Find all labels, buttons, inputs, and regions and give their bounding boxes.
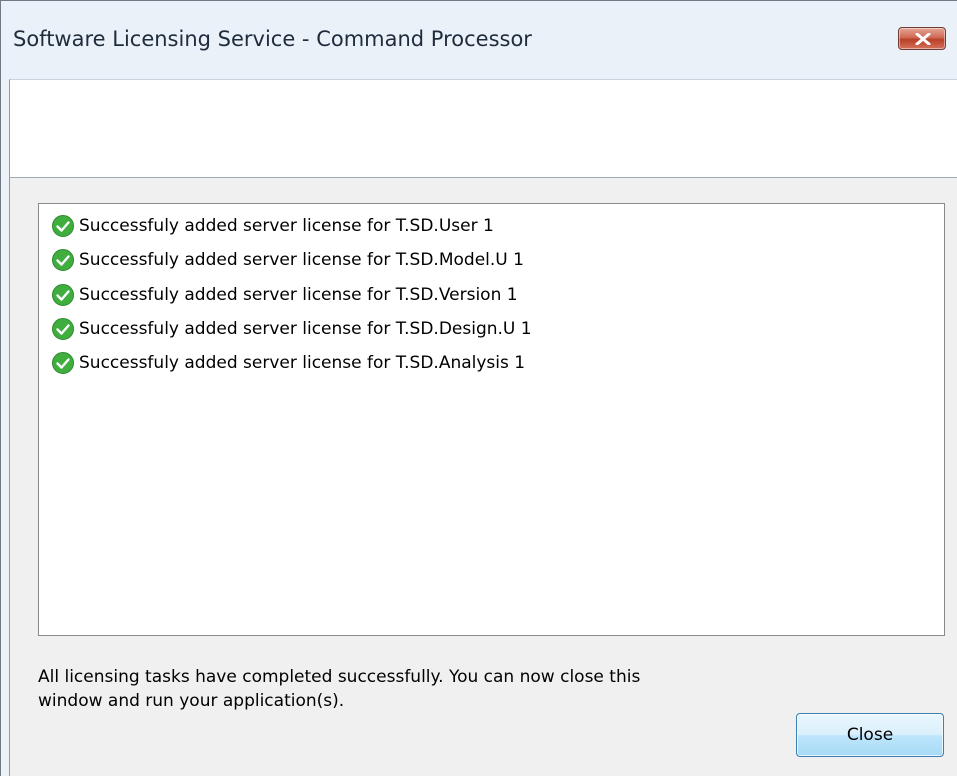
- check-circle-icon: [52, 318, 74, 340]
- list-item: Successfuly added server license for T.S…: [51, 279, 518, 311]
- status-message: All licensing tasks have completed succe…: [38, 665, 758, 713]
- close-button[interactable]: Close: [796, 713, 944, 757]
- title-bar[interactable]: Software Licensing Service - Command Pro…: [1, 1, 957, 79]
- status-line-1: All licensing tasks have completed succe…: [38, 667, 641, 687]
- list-item-text: Successfuly added server license for T.S…: [79, 250, 524, 270]
- dialog-header-area: [9, 79, 957, 178]
- list-item-text: Successfuly added server license for T.S…: [79, 353, 526, 373]
- check-circle-icon: [52, 215, 74, 237]
- licensing-dialog: Software Licensing Service - Command Pro…: [0, 0, 957, 776]
- list-item: Successfuly added server license for T.S…: [51, 347, 525, 379]
- close-icon: [915, 33, 931, 45]
- status-line-2: window and run your application(s).: [38, 691, 345, 711]
- check-circle-icon: [52, 352, 74, 374]
- list-item-text: Successfuly added server license for T.S…: [79, 216, 494, 236]
- list-item: Successfuly added server license for T.S…: [51, 313, 532, 345]
- check-circle-icon: [52, 249, 74, 271]
- results-list[interactable]: Successfuly added server license for T.S…: [38, 203, 945, 636]
- list-item-text: Successfuly added server license for T.S…: [79, 319, 532, 339]
- window-title: Software Licensing Service - Command Pro…: [13, 27, 532, 51]
- list-item: Successfuly added server license for T.S…: [51, 244, 524, 276]
- window-close-button[interactable]: [898, 27, 946, 50]
- check-circle-icon: [52, 284, 74, 306]
- list-item-text: Successfuly added server license for T.S…: [79, 285, 518, 305]
- list-item: Successfuly added server license for T.S…: [51, 210, 494, 242]
